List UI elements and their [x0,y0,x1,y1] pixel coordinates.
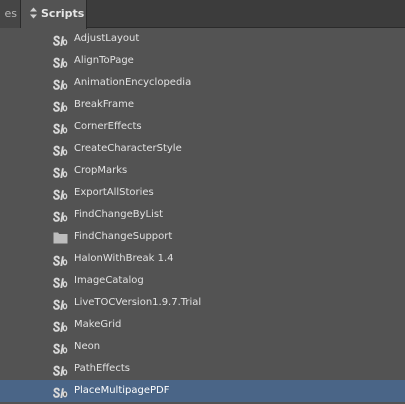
script-icon [53,164,68,178]
list-item[interactable]: FindChangeByList [0,204,405,226]
list-item-label: BreakFrame [74,99,134,110]
list-item[interactable]: AlignToPage [0,50,405,72]
script-icon [53,208,68,222]
list-item[interactable]: CropMarks [0,160,405,182]
script-icon [53,318,68,332]
script-icon [53,340,68,354]
list-item-label: ImageCatalog [74,275,144,286]
script-icon [53,252,68,266]
list-item[interactable]: ImageCatalog [0,270,405,292]
script-icon [53,142,68,156]
script-icon [53,362,68,376]
list-item[interactable]: PlaceMultipagePDF [0,380,405,402]
list-item-label: ExportAllStories [74,187,154,198]
script-icon [53,120,68,134]
list-item[interactable]: CreateCharacterStyle [0,138,405,160]
script-icon [53,296,68,310]
scripts-panel: es Scripts AdjustLayout AlignToPage Animat… [0,0,405,404]
list-item-label: CornerEffects [74,121,142,132]
script-icon [53,54,68,68]
list-item[interactable]: PathEffects [0,358,405,380]
list-item[interactable]: BreakFrame [0,94,405,116]
list-item[interactable]: AnimationEncyclopedia [0,72,405,94]
script-list[interactable]: AdjustLayout AlignToPage AnimationEncyclop… [0,28,405,402]
list-item-label: PathEffects [74,363,130,374]
list-item-label: Neon [74,341,101,352]
panel-tab-bar: es Scripts [0,0,405,29]
script-icon [53,76,68,90]
list-item[interactable]: ExportAllStories [0,182,405,204]
list-item-label: PlaceMultipagePDF [74,385,170,396]
list-item-label: HalonWithBreak 1.4 [74,253,174,264]
tab-previous[interactable]: es [0,0,21,28]
list-item-label: CropMarks [74,165,128,176]
list-item-label: MakeGrid [74,319,122,330]
script-icon [53,384,68,398]
script-icon [53,274,68,288]
list-item[interactable]: CornerEffects [0,116,405,138]
list-item-label: AnimationEncyclopedia [74,77,192,88]
list-item-label: FindChangeByList [74,209,164,220]
panel-resize-arrows-icon[interactable] [29,7,38,19]
list-item[interactable]: AdjustLayout [0,28,405,50]
folder-icon [53,230,68,244]
list-item-label: AdjustLayout [74,33,140,44]
script-icon [53,186,68,200]
list-item[interactable]: Neon [0,336,405,358]
list-item-label: LiveTOCVersion1.9.7.Trial [74,297,202,308]
list-item[interactable]: MakeGrid [0,314,405,336]
list-item[interactable]: LiveTOCVersion1.9.7.Trial [0,292,405,314]
list-item-label: FindChangeSupport [74,231,173,242]
list-item-label: CreateCharacterStyle [74,143,182,154]
script-icon [53,98,68,112]
list-item-label: AlignToPage [74,55,134,66]
tab-previous-label: es [4,7,18,20]
list-item[interactable]: HalonWithBreak 1.4 [0,248,405,270]
tab-scripts[interactable]: Scripts [21,0,87,29]
script-icon [53,32,68,46]
list-item[interactable]: FindChangeSupport [0,226,405,248]
tab-scripts-label: Scripts [41,7,85,20]
